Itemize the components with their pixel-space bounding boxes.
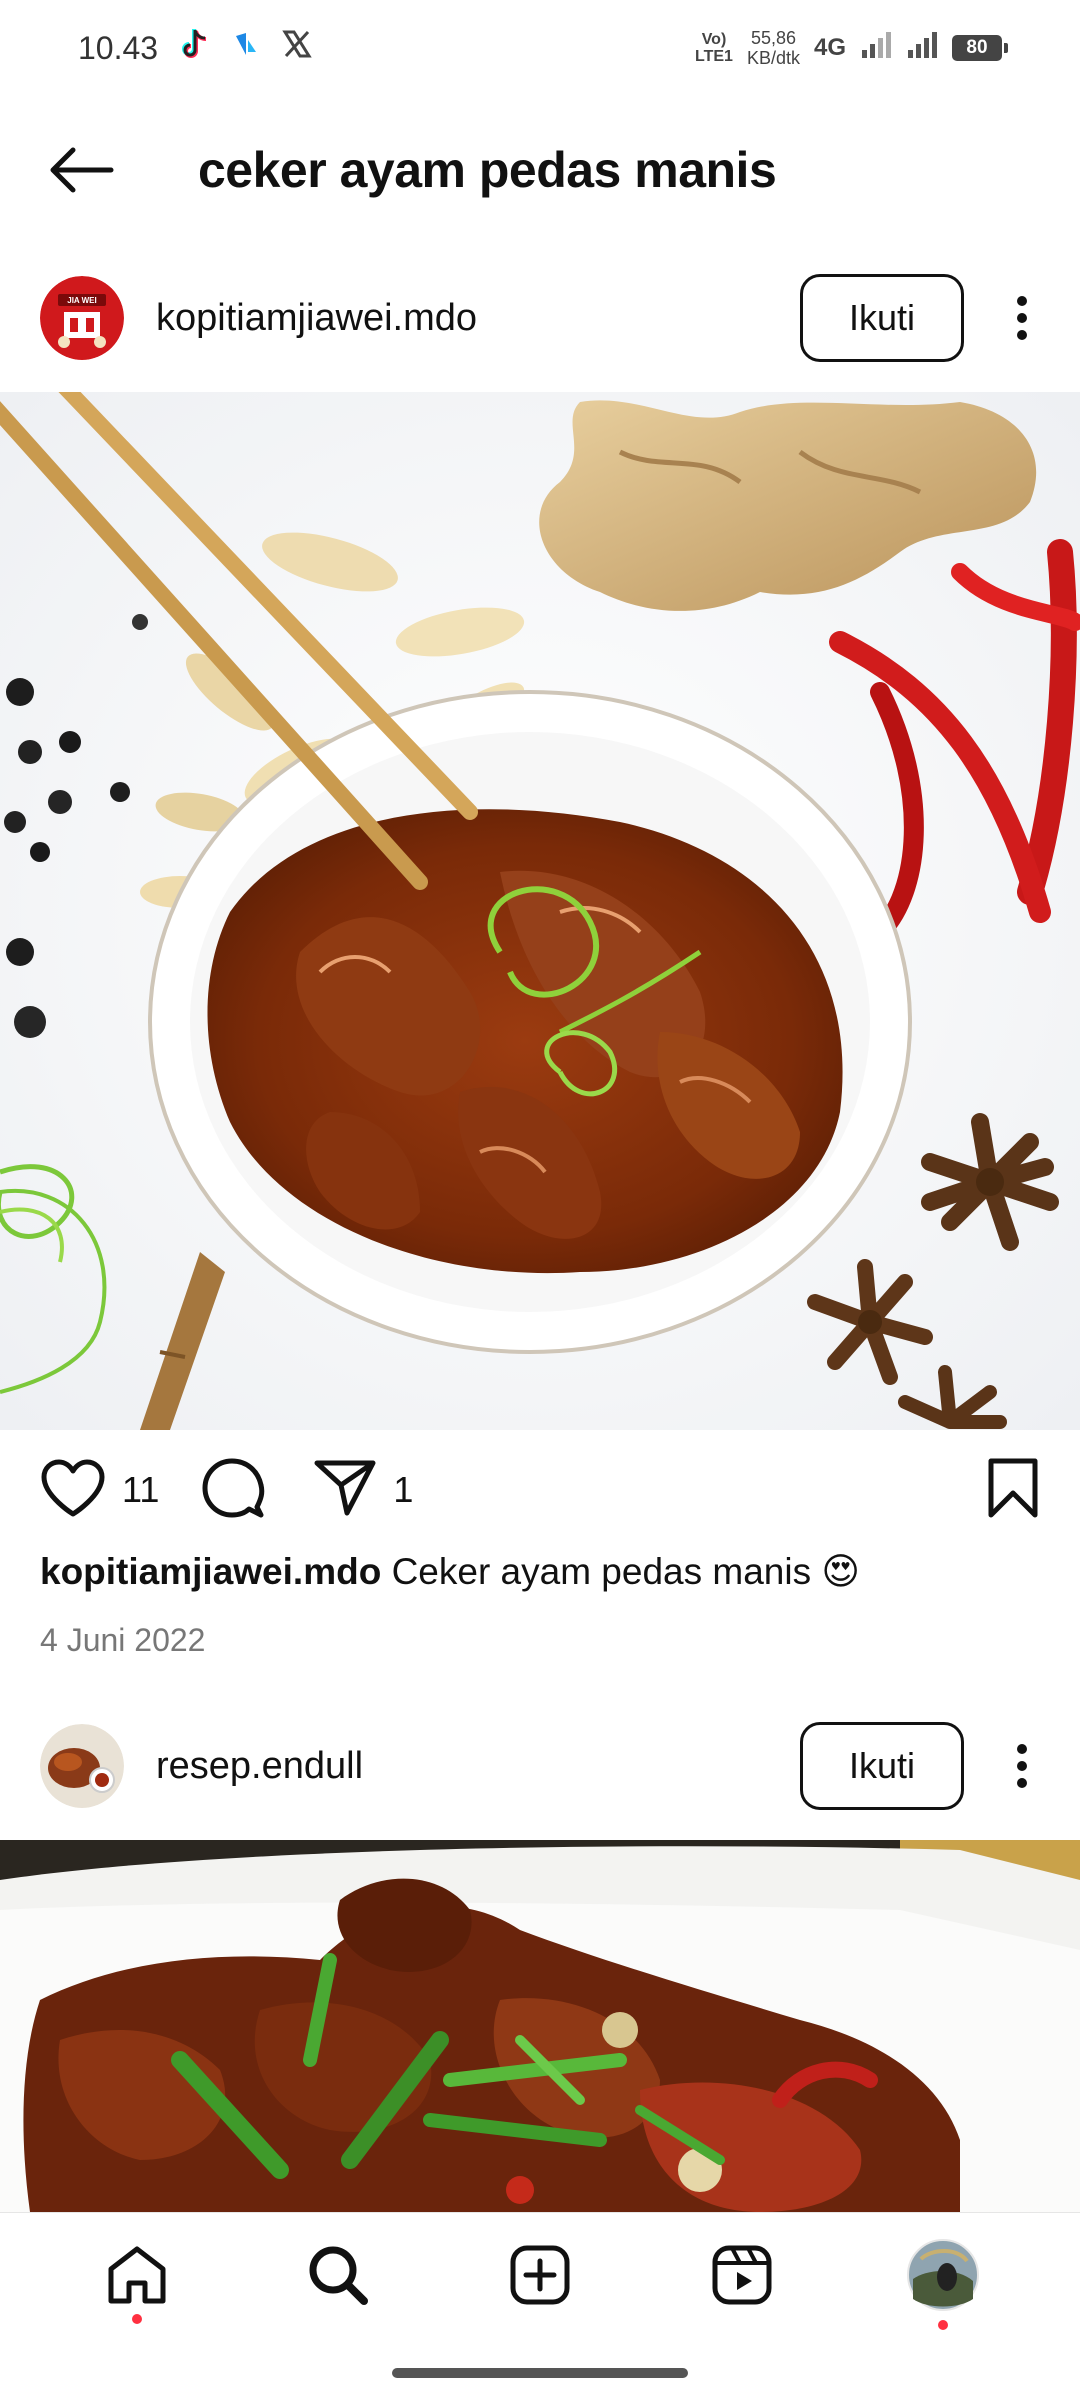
more-options-button[interactable]	[992, 1722, 1052, 1810]
comment-button[interactable]	[201, 1457, 265, 1524]
network-type: 4G	[813, 34, 846, 61]
back-button[interactable]	[0, 110, 160, 230]
page-title: ceker ayam pedas manis	[198, 142, 777, 198]
profile-avatar	[907, 2239, 980, 2311]
notification-dot	[131, 2314, 142, 2324]
status-time: 10.43	[78, 29, 159, 66]
app-notification-icon	[232, 30, 260, 66]
like-button[interactable]	[40, 1458, 106, 1523]
bookmark-icon	[988, 1458, 1038, 1517]
page-header: ceker ayam pedas manis	[0, 110, 1080, 230]
send-icon	[314, 1460, 376, 1515]
battery-indicator: 80	[952, 35, 1008, 61]
post-date: 4 Juni 2022	[40, 1622, 206, 1658]
volte-indicator: Vo) LTE1	[695, 31, 733, 65]
avatar[interactable]: JIA WEI	[40, 276, 124, 360]
post-username[interactable]: kopitiamjiawei.mdo	[156, 297, 477, 340]
follow-button[interactable]: Ikuti	[800, 1722, 964, 1810]
more-vertical-icon	[1017, 1744, 1027, 1788]
avatar[interactable]	[40, 1724, 124, 1808]
x-icon	[282, 29, 312, 67]
nav-profile[interactable]	[888, 2220, 998, 2330]
signal-icon-sim1	[860, 30, 892, 66]
bottom-navigation	[0, 2212, 1080, 2400]
status-bar: 10.43 Vo) LTE1 55,86 KB/dtk 4G 80	[0, 0, 1080, 96]
svg-text:JIA WEI: JIA WEI	[67, 296, 96, 305]
post-image[interactable]	[0, 1840, 1080, 2212]
nav-reels[interactable]	[687, 2220, 797, 2330]
post-image[interactable]	[0, 392, 1080, 1430]
follow-button[interactable]: Ikuti	[800, 274, 964, 362]
like-count[interactable]: 11	[122, 1469, 159, 1511]
add-post-icon	[510, 2245, 570, 2305]
post-username[interactable]: resep.endull	[156, 1745, 363, 1788]
search-icon	[309, 2246, 369, 2305]
home-indicator[interactable]	[392, 2368, 688, 2378]
caption-username[interactable]: kopitiamjiawei.mdo	[40, 1551, 381, 1592]
save-button[interactable]	[986, 1457, 1040, 1524]
post-caption: kopitiamjiawei.mdo Ceker ayam pedas mani…	[40, 1550, 860, 1593]
notification-dot	[938, 2320, 949, 2330]
tiktok-icon	[180, 27, 210, 69]
heart-icon	[41, 1459, 105, 1516]
home-icon	[108, 2246, 166, 2304]
comment-icon	[202, 1458, 265, 1517]
share-count[interactable]: 1	[393, 1469, 413, 1511]
caption-text: Ceker ayam pedas manis 😍	[391, 1551, 860, 1592]
post-header: JIA WEI kopitiamjiawei.mdo Ikuti	[0, 258, 1080, 378]
reels-icon	[712, 2245, 772, 2305]
post-header: resep.endull Ikuti	[0, 1706, 1080, 1826]
arrow-left-icon	[50, 147, 114, 193]
post-actions: 11 1	[0, 1440, 1080, 1540]
like-action: 11	[40, 1458, 195, 1523]
nav-create[interactable]	[485, 2220, 595, 2330]
network-speed: 55,86 KB/dtk	[746, 28, 800, 68]
more-options-button[interactable]	[992, 274, 1052, 362]
more-vertical-icon	[1017, 296, 1027, 340]
signal-icon-sim2	[906, 30, 938, 66]
comment-action	[195, 1457, 313, 1524]
nav-search[interactable]	[283, 2220, 393, 2330]
nav-home[interactable]	[82, 2220, 192, 2330]
share-action: 1	[313, 1459, 449, 1522]
share-button[interactable]	[313, 1459, 377, 1522]
